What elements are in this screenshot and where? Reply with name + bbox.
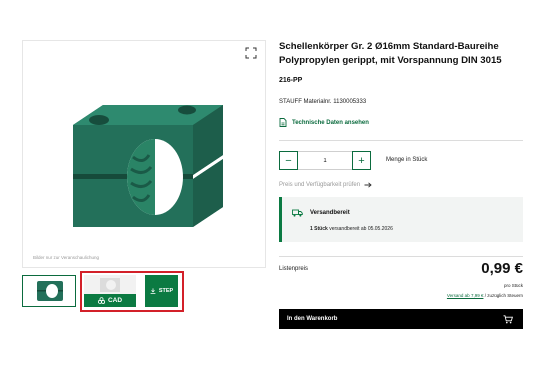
thumbnail-clamp-image (37, 281, 63, 301)
increment-button[interactable]: + (352, 151, 371, 170)
divider (279, 256, 523, 257)
thumbnail-cad[interactable]: CAD (84, 275, 136, 307)
price-availability-label: Preis und Verfügbarkeit prüfen (279, 182, 361, 188)
availability-box: Versandbereit 1 Stück versandbereit ab 0… (279, 197, 523, 242)
availability-detail: 1 Stück versandbereit ab 05.05.2026 (310, 226, 393, 232)
price-value: 0,99 € (481, 260, 523, 277)
shipping-link[interactable]: Versand ab 7,99 € (447, 293, 484, 298)
list-price-label: Listenpreis (279, 266, 309, 272)
tech-data-link[interactable]: Technische Daten ansehen (279, 118, 369, 127)
availability-date: versandbereit ab 05.05.2026 (329, 226, 393, 232)
quantity-input[interactable] (298, 151, 352, 170)
pipe-clamp-image (73, 105, 223, 227)
decrement-button[interactable]: − (279, 151, 298, 170)
price-availability-link[interactable]: Preis und Verfügbarkeit prüfen (279, 182, 372, 188)
shipping-note: Versand ab 7,99 € / zuzüglich Steuern (447, 293, 523, 298)
tech-data-label: Technische Daten ansehen (292, 119, 369, 126)
cart-icon (503, 314, 513, 323)
product-sku: 216-PP (279, 77, 303, 84)
material-number: STAUFF Materialnr. 1130005333 (279, 99, 367, 105)
product-title-line1: Schellenkörper Gr. 2 Ø16mm Standard-Baur… (279, 41, 499, 52)
quantity-unit-label: Menge in Stück (386, 157, 428, 163)
product-title: Schellenkörper Gr. 2 Ø16mm Standard-Baur… (279, 40, 555, 68)
arrow-right-icon (364, 182, 372, 188)
availability-quantity: 1 Stück (310, 226, 328, 232)
thumbnail-step-download[interactable]: STEP (145, 275, 178, 307)
cad-preview-image (100, 278, 120, 292)
add-to-cart-button[interactable]: In den Warenkorb (279, 309, 523, 329)
document-icon (279, 118, 287, 127)
cad-icon (97, 297, 105, 304)
shipping-suffix: / zuzüglich Steuern (484, 293, 523, 298)
image-disclaimer: Bilder nur zur Veranschaulichung (33, 255, 100, 260)
main-product-image[interactable]: Bilder nur zur Veranschaulichung (22, 40, 266, 268)
expand-icon[interactable] (245, 47, 257, 59)
availability-status: Versandbereit (310, 210, 350, 216)
add-to-cart-label: In den Warenkorb (287, 316, 338, 322)
download-icon (150, 288, 156, 294)
per-unit-label: pro Stück (503, 283, 523, 288)
truck-icon (292, 209, 303, 217)
divider (279, 140, 523, 141)
product-title-line2: Polypropylen gerippt, mit Vorspannung DI… (279, 55, 502, 66)
step-label: STEP (158, 288, 174, 294)
cad-label: CAD (107, 297, 123, 304)
thumbnail-product[interactable] (22, 275, 76, 307)
quantity-stepper: − + (279, 151, 371, 170)
